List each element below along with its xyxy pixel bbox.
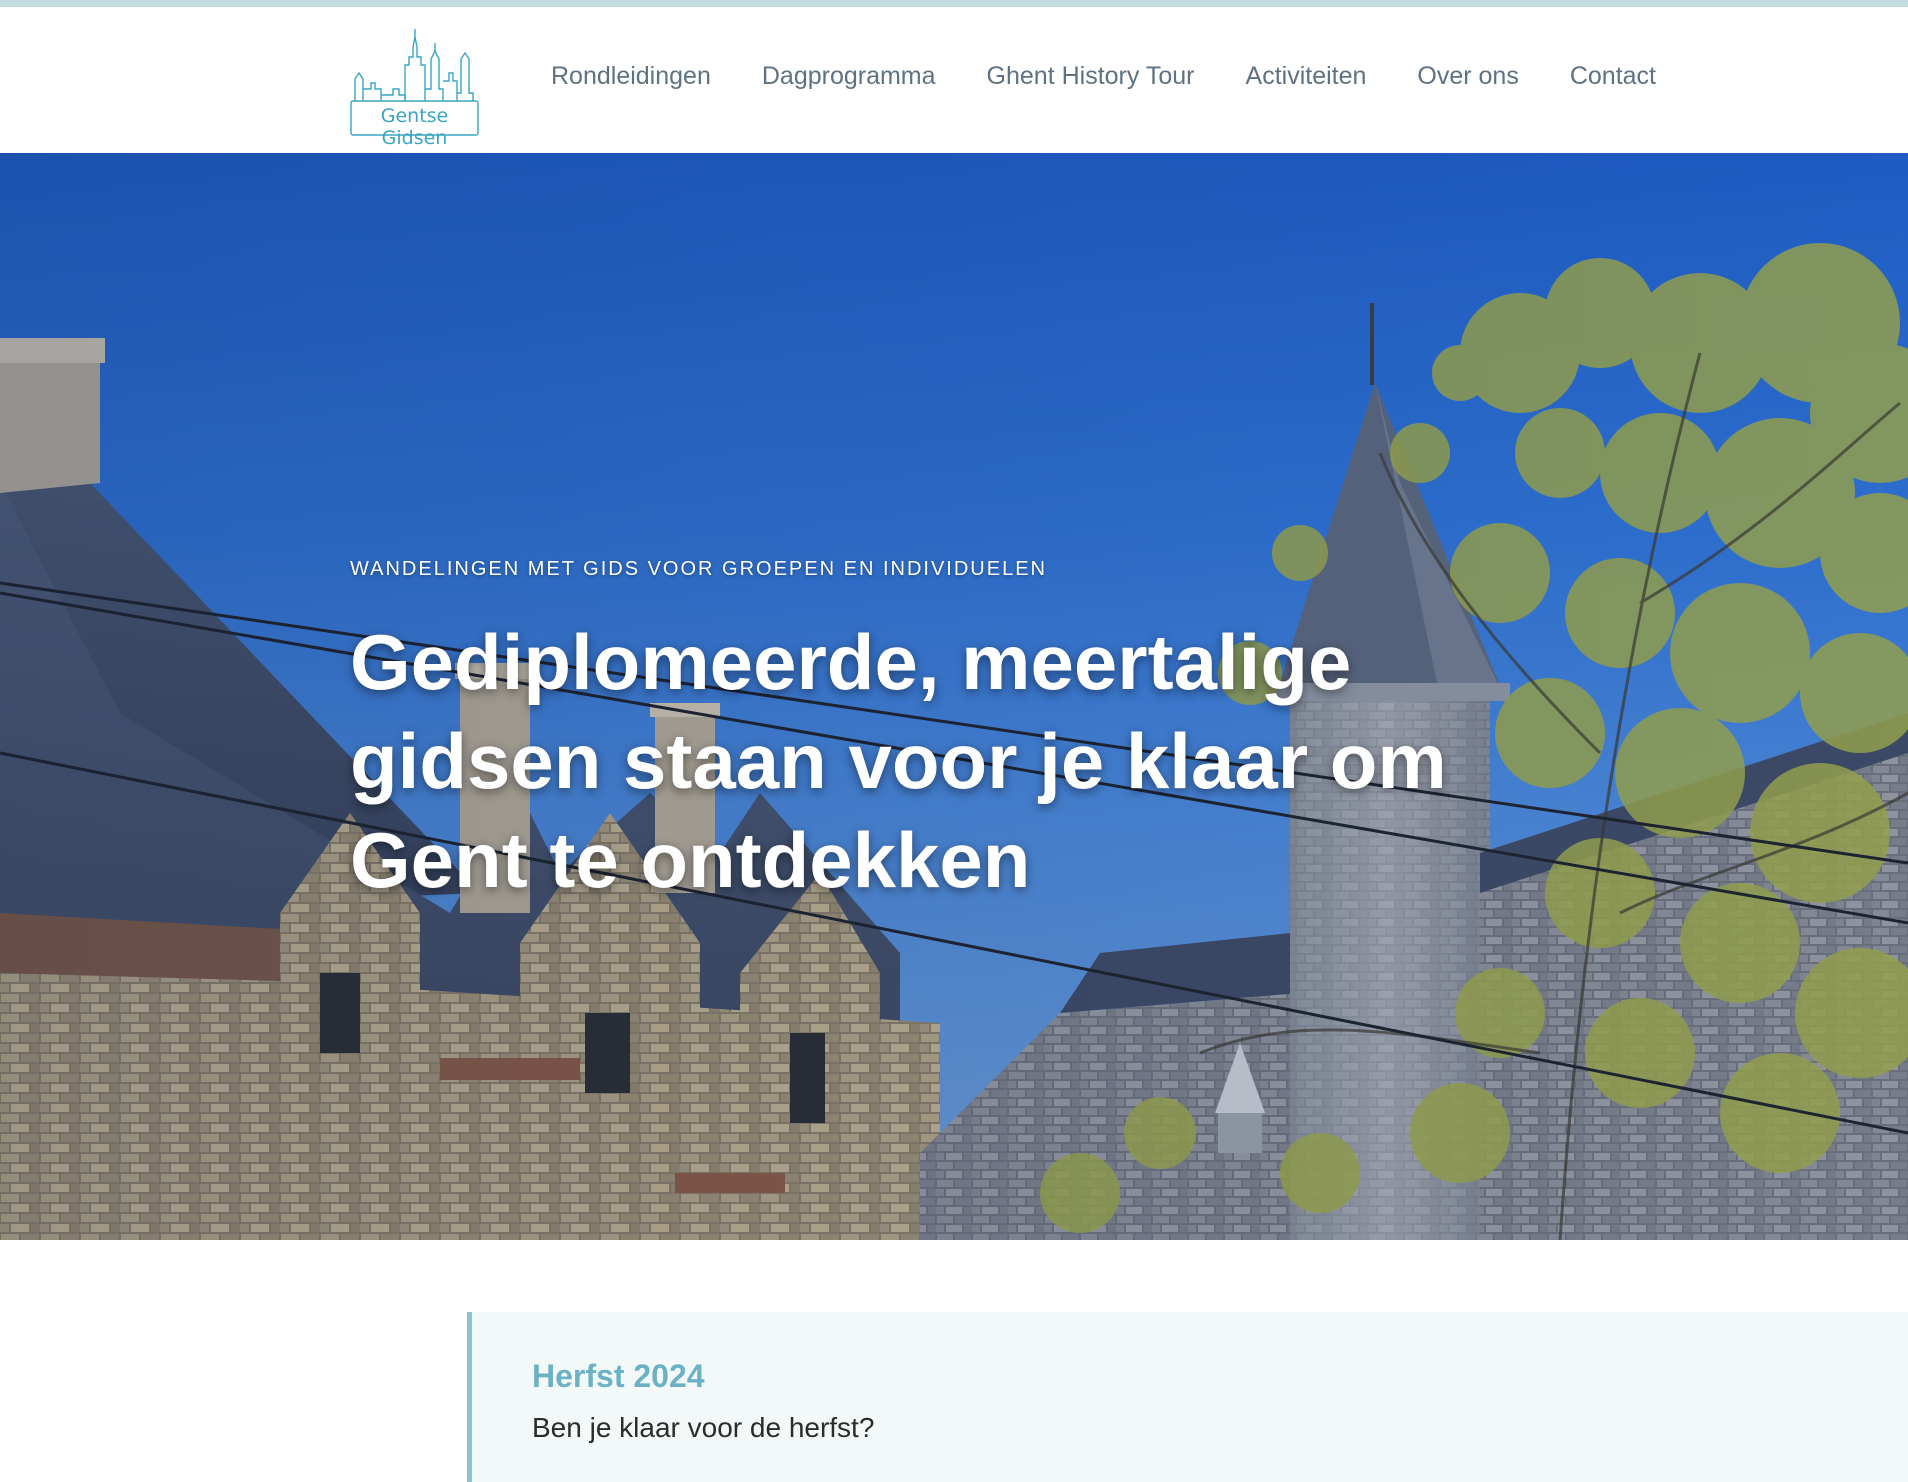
nav-item-dagprogramma[interactable]: Dagprogramma [762, 62, 936, 91]
nav-item-activiteiten[interactable]: Activiteiten [1246, 62, 1367, 91]
hero-title: Gediplomeerde, meertalige gidsen staan v… [350, 618, 1447, 904]
top-accent-bar [0, 0, 1908, 7]
announcement-box: Herfst 2024 Ben je klaar voor de herfst? [467, 1312, 1908, 1482]
hero-kicker: WANDELINGEN MET GIDS VOOR GROEPEN EN IND… [350, 558, 1047, 580]
site-header: Gentse Gidsen Rondleidingen Dagprogramma… [0, 7, 1908, 153]
announcement-title: Herfst 2024 [532, 1358, 705, 1394]
hero-banner: WANDELINGEN MET GIDS VOOR GROEPEN EN IND… [0, 153, 1908, 1240]
nav-item-ghent-history-tour[interactable]: Ghent History Tour [987, 62, 1195, 91]
nav-item-rondleidingen[interactable]: Rondleidingen [551, 62, 711, 91]
nav-item-contact[interactable]: Contact [1570, 62, 1656, 91]
site-logo[interactable]: Gentse Gidsen [349, 29, 480, 149]
main-navigation: Rondleidingen Dagprogramma Ghent History… [551, 62, 1656, 91]
logo-wordmark: Gentse Gidsen [380, 105, 449, 149]
announcement-text: Ben je klaar voor de herfst? [532, 1412, 875, 1443]
nav-item-over-ons[interactable]: Over ons [1417, 62, 1518, 91]
